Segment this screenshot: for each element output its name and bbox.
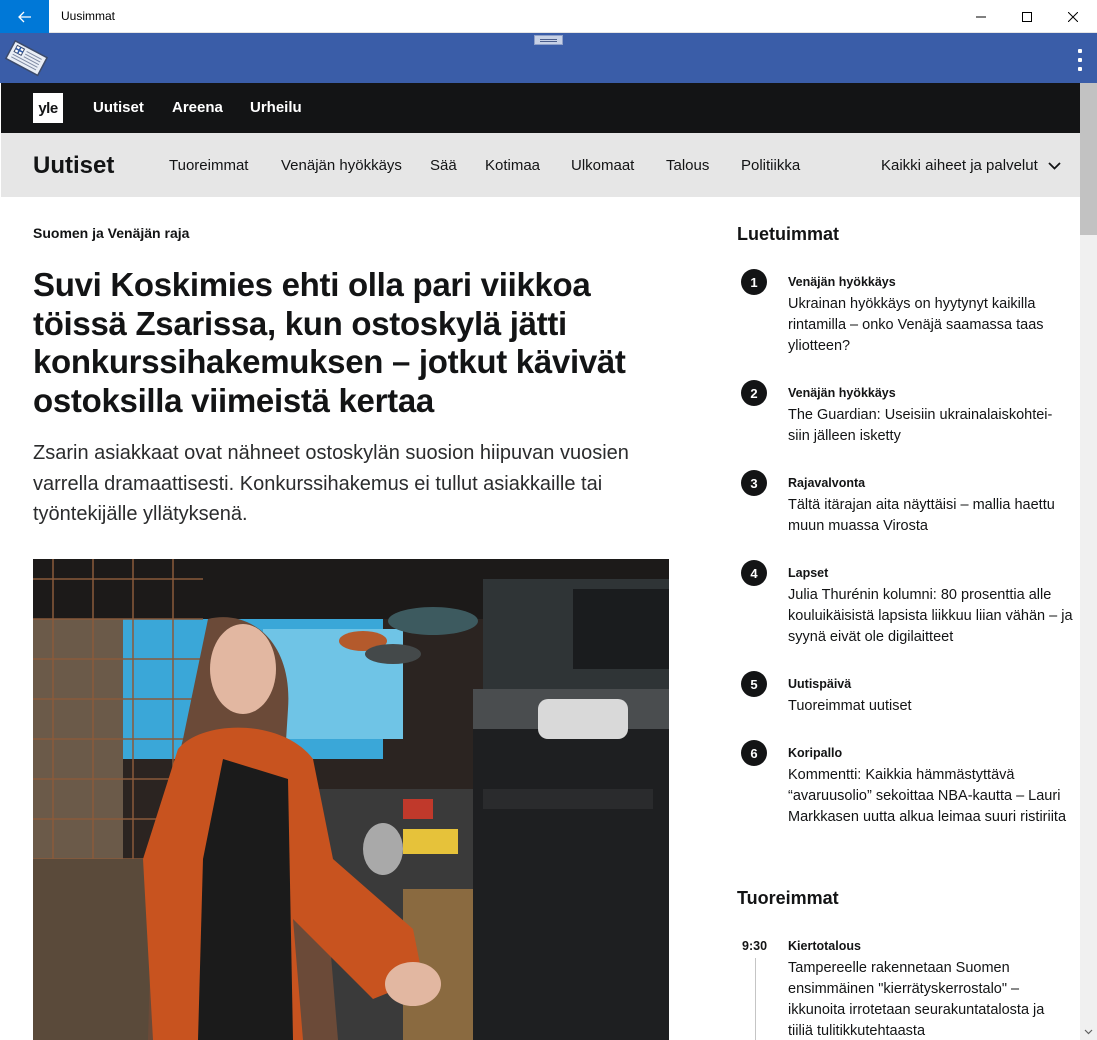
app-bar	[0, 33, 1097, 83]
more-options-button[interactable]	[1074, 49, 1086, 71]
rank-number: 3	[741, 470, 767, 496]
item-title: Kommentti: Kaikkia hämmästyttävä “avaruu…	[788, 767, 1067, 825]
most-read-item[interactable]: 5 Uutispäivä Tuoreimmat uutiset	[741, 671, 1071, 721]
dot-icon	[1078, 67, 1082, 71]
item-category: Kiertotalous	[788, 939, 861, 953]
drag-handle[interactable]	[534, 35, 563, 45]
item-title: The Guardian: Useisiin ukrainalaiskohtei…	[788, 407, 1053, 444]
item-category: Uutispäivä	[788, 677, 852, 691]
yle-logo[interactable]: yle	[33, 93, 63, 123]
close-button[interactable]	[1050, 0, 1096, 33]
rank-number: 6	[741, 740, 767, 766]
latest-heading: Tuoreimmat	[737, 888, 839, 908]
item-category: Venäjän hyökkäys	[788, 386, 896, 400]
web-content: yle Uutiset Areena Urheilu Uutiset Tuore…	[1, 83, 1080, 1040]
topnav-urheilu-link[interactable]: Urheilu	[250, 99, 302, 116]
maximize-icon	[1022, 11, 1032, 22]
topnav-areena-link[interactable]: Areena	[172, 99, 223, 116]
chevron-down-icon	[1084, 1029, 1093, 1034]
item-category: Lapset	[788, 566, 829, 580]
latest-item[interactable]: Kiertotalous Tampereelle rakennetaan Suo…	[741, 933, 1071, 1040]
most-read-item[interactable]: 2 Venäjän hyökkäys The Guardian: Useisii…	[741, 380, 1071, 450]
scrollbar-thumb[interactable]	[1080, 83, 1097, 235]
most-read-item[interactable]: 1 Venäjän hyökkäys Ukrainan hyökkäys on …	[741, 269, 1071, 359]
item-category: Koripallo	[788, 746, 843, 760]
rank-number: 2	[741, 380, 767, 406]
article-headline: Suvi Koskimies ehti olla pari viikkoa tö…	[33, 266, 626, 419]
rank-number: 5	[741, 671, 767, 697]
chevron-down-icon	[1048, 161, 1061, 170]
all-topics-dropdown[interactable]: Kaikki aiheet ja palvelut	[881, 157, 1061, 174]
item-title: Tampereelle rakennetaan Suomen ensimmäin…	[788, 960, 1045, 1039]
back-button[interactable]	[0, 0, 49, 33]
maximize-button[interactable]	[1004, 0, 1050, 33]
minimize-icon	[976, 16, 986, 17]
all-topics-label: Kaikki aiheet ja palvelut	[881, 157, 1038, 174]
nav-kotimaa[interactable]: Kotimaa	[485, 157, 540, 174]
item-category: Rajavalvonta	[788, 476, 866, 490]
title-bar: Uusimmat	[0, 0, 1097, 33]
rank-number: 1	[741, 269, 767, 295]
section-title[interactable]: Uutiset	[33, 152, 114, 180]
rank-number: 4	[741, 560, 767, 586]
nav-tuoreimmat[interactable]: Tuoreimmat	[169, 157, 248, 174]
item-title: Tältä itärajan aita näyttäisi – mallia h…	[788, 497, 1055, 534]
scroll-down-button[interactable]	[1080, 1023, 1097, 1040]
item-title: Tuoreimmat uutiset	[788, 698, 912, 714]
item-title: Julia Thurénin kolumni: 80 prosenttia al…	[788, 587, 1073, 645]
minimize-button[interactable]	[958, 0, 1004, 33]
article-lead: Zsarin asiakkaat ovat nähneet ostoskylän…	[33, 442, 629, 525]
nav-ulkomaat[interactable]: Ulkomaat	[571, 157, 634, 174]
dot-icon	[1078, 49, 1082, 53]
article-photo	[33, 559, 669, 1040]
topnav-uutiset-link[interactable]: Uutiset	[93, 99, 144, 116]
dot-icon	[1078, 58, 1082, 62]
close-icon	[1068, 11, 1078, 22]
arrow-left-icon	[17, 11, 31, 22]
site-top-nav: yle Uutiset Areena Urheilu	[1, 83, 1080, 133]
most-read-item[interactable]: 6 Koripallo Kommentti: Kaikkia hämmästyt…	[741, 740, 1071, 850]
nav-saa[interactable]: Sää	[430, 157, 457, 174]
vertical-scrollbar[interactable]	[1080, 83, 1097, 1040]
nav-venajan-hyokkays[interactable]: Venäjän hyökkäys	[281, 157, 402, 174]
article-kicker[interactable]: Suomen ja Venäjän raja	[33, 225, 189, 241]
section-nav: Uutiset Tuoreimmat Venäjän hyökkäys Sää …	[1, 133, 1080, 197]
nav-politiikka[interactable]: Politiikka	[741, 157, 800, 174]
most-read-heading: Luetuimmat	[737, 224, 840, 244]
newspaper-app-icon	[4, 39, 49, 77]
most-read-item[interactable]: 4 Lapset Julia Thurénin kolumni: 80 pros…	[741, 560, 1073, 650]
window-title: Uusimmat	[61, 9, 116, 23]
nav-talous[interactable]: Talous	[666, 157, 709, 174]
item-category: Venäjän hyökkäys	[788, 275, 896, 289]
item-title: Ukrainan hyökkäys on hyytynyt kaikilla r…	[788, 296, 1044, 354]
most-read-item[interactable]: 3 Rajavalvonta Tältä itärajan aita näytt…	[741, 470, 1071, 540]
